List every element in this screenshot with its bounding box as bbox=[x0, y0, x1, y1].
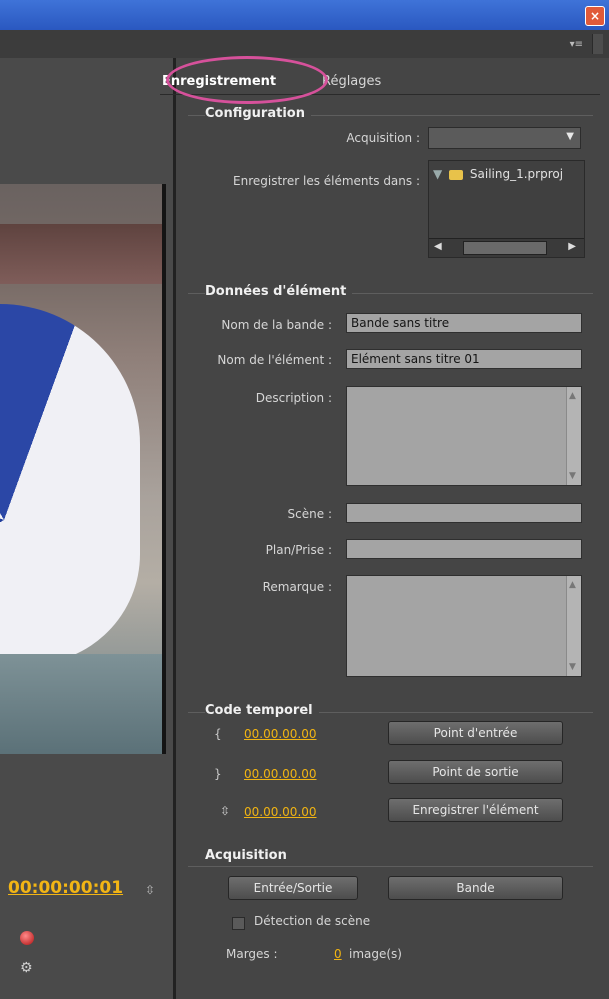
shot-field[interactable] bbox=[346, 539, 582, 559]
capture-title: Acquisition bbox=[205, 848, 293, 863]
capture-group bbox=[188, 866, 593, 867]
horizontal-scrollbar[interactable]: ◀ ▶ bbox=[429, 238, 584, 257]
tape-name-label: Nom de la bande : bbox=[221, 318, 332, 332]
margins-value[interactable]: 0 bbox=[334, 947, 342, 961]
comment-field[interactable]: ▲ ▼ bbox=[346, 575, 582, 677]
set-out-button[interactable]: Point de sortie bbox=[388, 760, 563, 784]
scroll-up-icon[interactable]: ▲ bbox=[569, 391, 576, 401]
tape-name-field[interactable]: Bande sans titre bbox=[346, 313, 582, 333]
out-timecode[interactable]: 00.00.00.00 bbox=[244, 767, 317, 781]
margins-unit: image(s) bbox=[349, 947, 402, 961]
expand-triangle-icon[interactable]: ▼ bbox=[433, 167, 442, 181]
description-scrollbar[interactable]: ▲ ▼ bbox=[566, 387, 581, 485]
duration-icon: ⇳ bbox=[220, 804, 231, 818]
log-clip-button[interactable]: Enregistrer l'élément bbox=[388, 798, 563, 822]
acquisition-label: Acquisition : bbox=[346, 131, 420, 145]
video-sea-shape bbox=[0, 654, 166, 754]
in-timecode[interactable]: 00.00.00.00 bbox=[244, 727, 317, 741]
set-in-button[interactable]: Point d'entrée bbox=[388, 721, 563, 745]
project-tree-item[interactable]: ▼ Sailing_1.prproj bbox=[433, 167, 563, 181]
scroll-right-icon[interactable]: ▶ bbox=[568, 241, 576, 252]
description-label: Description : bbox=[255, 391, 332, 405]
panel-grip[interactable] bbox=[592, 34, 603, 54]
clip-data-title: Données d'élément bbox=[205, 284, 353, 299]
clip-name-field[interactable]: Elément sans titre 01 bbox=[346, 349, 582, 369]
scene-detect-label: Détection de scène bbox=[254, 914, 371, 928]
timecode-title: Code temporel bbox=[205, 703, 319, 718]
window-title-bar: × bbox=[0, 0, 609, 30]
comment-scrollbar[interactable]: ▲ ▼ bbox=[566, 576, 581, 676]
chevron-down-icon: ▼ bbox=[566, 131, 574, 142]
capture-tool-icon[interactable]: ⚙ bbox=[20, 960, 33, 976]
panel-menu-icon[interactable]: ▾≡ bbox=[570, 39, 583, 50]
clip-name-label: Nom de l'élément : bbox=[217, 353, 332, 367]
folder-icon bbox=[449, 169, 464, 180]
save-location-label: Enregistrer les éléments dans : bbox=[233, 174, 420, 188]
acquisition-dropdown[interactable]: ▼ bbox=[428, 127, 581, 149]
comment-label: Remarque : bbox=[262, 580, 332, 594]
scene-label: Scène : bbox=[287, 507, 332, 521]
in-point-icon: { bbox=[214, 727, 222, 741]
capture-tape-button[interactable]: Bande bbox=[388, 876, 563, 900]
description-field[interactable]: ▲ ▼ bbox=[346, 386, 582, 486]
configuration-title: Configuration bbox=[205, 106, 311, 121]
video-edge bbox=[162, 184, 166, 754]
video-sail-shape bbox=[0, 304, 140, 664]
video-bridge-shape bbox=[0, 224, 166, 284]
scroll-up-icon[interactable]: ▲ bbox=[569, 580, 576, 590]
scroll-down-icon[interactable]: ▼ bbox=[569, 662, 576, 672]
scroll-thumb[interactable] bbox=[463, 241, 547, 255]
video-preview bbox=[0, 184, 166, 754]
monitor-timecode[interactable]: 00:00:00:01 bbox=[8, 878, 123, 898]
scroll-left-icon[interactable]: ◀ bbox=[434, 241, 442, 252]
tab-settings[interactable]: Réglages bbox=[322, 74, 381, 89]
panel-header: ▾≡ bbox=[0, 30, 609, 59]
scene-detect-checkbox[interactable] bbox=[232, 917, 245, 930]
record-button[interactable] bbox=[20, 931, 34, 945]
shot-label: Plan/Prise : bbox=[265, 543, 332, 557]
close-icon[interactable]: × bbox=[585, 6, 605, 26]
duration-icon: ⇳ bbox=[145, 883, 156, 897]
scene-field[interactable] bbox=[346, 503, 582, 523]
capture-in-out-button[interactable]: Entrée/Sortie bbox=[228, 876, 358, 900]
annotation-highlight bbox=[166, 56, 328, 104]
project-tree[interactable]: ▼ Sailing_1.prproj ◀ ▶ bbox=[428, 160, 585, 258]
duration-timecode[interactable]: 00.00.00.00 bbox=[244, 805, 317, 819]
margins-label: Marges : bbox=[226, 947, 278, 961]
out-point-icon: } bbox=[214, 767, 222, 781]
scroll-down-icon[interactable]: ▼ bbox=[569, 471, 576, 481]
project-name: Sailing_1.prproj bbox=[469, 167, 564, 181]
